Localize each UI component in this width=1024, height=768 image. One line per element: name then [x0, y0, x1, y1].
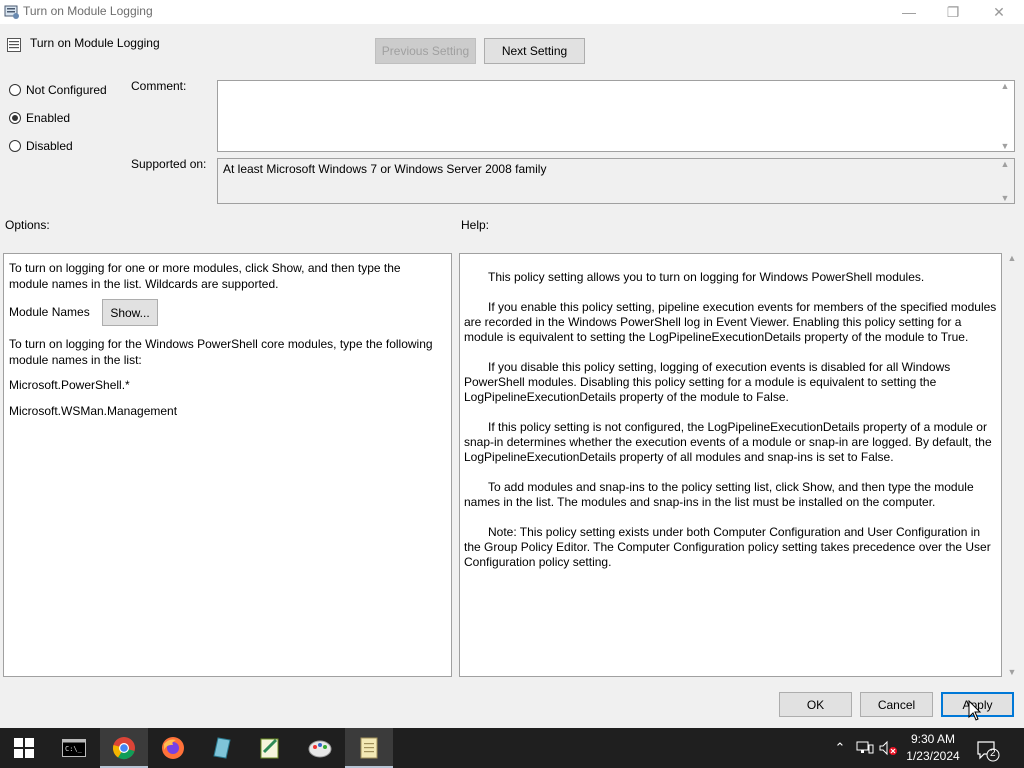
- radio-label: Not Configured: [26, 83, 107, 97]
- help-paragraph: To add modules and snap-ins to the polic…: [464, 480, 974, 509]
- taskbar-firefox[interactable]: [149, 728, 197, 768]
- policy-app-icon: [4, 5, 19, 19]
- setting-name: Turn on Module Logging: [30, 36, 160, 50]
- clock-time: 9:30 AM: [910, 732, 956, 746]
- setting-icon: [7, 38, 21, 52]
- scroll-down-icon[interactable]: ▼: [1001, 193, 1010, 203]
- help-paragraph: If this policy setting is not configured…: [464, 420, 992, 464]
- module-name-1: Microsoft.PowerShell.*: [9, 378, 130, 392]
- help-text: This policy setting allows you to turn o…: [464, 270, 1000, 585]
- notification-count: 2: [990, 748, 996, 759]
- scroll-down-icon[interactable]: ▼: [1001, 141, 1010, 151]
- scroll-up-icon[interactable]: ▲: [1001, 81, 1010, 91]
- paint-icon: [308, 740, 332, 758]
- command-prompt-icon: C:\_: [62, 739, 86, 757]
- radio-enabled[interactable]: Enabled: [9, 110, 70, 126]
- radio-circle: [9, 140, 21, 152]
- action-center-button[interactable]: 2: [972, 734, 1002, 764]
- app-icon: [213, 737, 231, 759]
- module-names-label: Module Names: [9, 305, 90, 319]
- core-modules-instructions: To turn on logging for the Windows Power…: [9, 337, 433, 367]
- chrome-icon: [112, 737, 135, 760]
- options-instructions: To turn on logging for one or more modul…: [9, 261, 401, 291]
- taskbar-command-prompt[interactable]: C:\_: [50, 728, 98, 768]
- radio-label: Enabled: [26, 111, 71, 125]
- clock-date: 1/23/2024: [906, 749, 960, 763]
- taskbar-notepad-plus[interactable]: [246, 728, 294, 768]
- help-scrollbar[interactable]: ▲ ▼: [1004, 253, 1020, 677]
- network-icon[interactable]: [855, 728, 875, 768]
- help-paragraph: If you disable this policy setting, logg…: [464, 360, 951, 404]
- supported-on-label: Supported on:: [131, 157, 207, 171]
- scroll-up-icon[interactable]: ▲: [1008, 253, 1017, 263]
- options-label: Options:: [5, 218, 50, 232]
- module-name-2: Microsoft.WSMan.Management: [9, 404, 178, 418]
- close-button[interactable]: ✕: [976, 0, 1022, 24]
- supported-scrollbar[interactable]: ▲ ▼: [997, 159, 1013, 203]
- show-hidden-icons-chevron-icon[interactable]: ⌃: [830, 728, 850, 768]
- taskbar-chrome[interactable]: [100, 728, 148, 768]
- firefox-icon: [162, 737, 184, 759]
- help-paragraph: Note: This policy setting exists under b…: [464, 525, 991, 569]
- notepad-plus-icon: [260, 738, 279, 759]
- scroll-down-icon[interactable]: ▼: [1008, 667, 1017, 677]
- supported-on-value: At least Microsoft Windows 7 or Windows …: [223, 162, 547, 176]
- clock[interactable]: 9:30 AM 1/23/2024: [902, 731, 964, 765]
- scroll-up-icon[interactable]: ▲: [1001, 159, 1010, 169]
- mouse-cursor-icon: [968, 700, 982, 721]
- title-bar: [0, 0, 1024, 24]
- radio-label: Disabled: [26, 139, 73, 153]
- cancel-button[interactable]: Cancel: [860, 692, 933, 717]
- taskbar-app[interactable]: [198, 728, 246, 768]
- radio-not-configured[interactable]: Not Configured: [9, 82, 107, 98]
- start-button[interactable]: [0, 728, 48, 768]
- help-paragraph: This policy setting allows you to turn o…: [488, 270, 925, 284]
- ok-button[interactable]: OK: [779, 692, 852, 717]
- minimize-button[interactable]: —: [886, 0, 932, 24]
- previous-setting-button[interactable]: Previous Setting: [375, 38, 476, 64]
- notepad-icon: [360, 737, 378, 759]
- help-paragraph: If you enable this policy setting, pipel…: [464, 300, 997, 344]
- comment-scrollbar[interactable]: ▲ ▼: [997, 81, 1013, 151]
- volume-muted-icon[interactable]: [877, 728, 899, 768]
- comment-label: Comment:: [131, 79, 187, 93]
- window-title: Turn on Module Logging: [23, 4, 153, 18]
- svg-text:C:\_: C:\_: [65, 745, 83, 753]
- show-button[interactable]: Show...: [102, 299, 158, 326]
- taskbar-notepad[interactable]: [345, 728, 393, 768]
- help-label: Help:: [461, 218, 490, 232]
- windows-start-icon: [14, 738, 34, 758]
- radio-circle-selected: [9, 112, 21, 124]
- next-setting-button[interactable]: Next Setting: [484, 38, 585, 64]
- restore-button[interactable]: ❐: [930, 0, 976, 24]
- notification-icon: [977, 741, 1000, 762]
- radio-circle: [9, 84, 21, 96]
- comment-textarea[interactable]: [217, 80, 1015, 152]
- radio-disabled[interactable]: Disabled: [9, 138, 73, 154]
- taskbar-paint[interactable]: [296, 728, 344, 768]
